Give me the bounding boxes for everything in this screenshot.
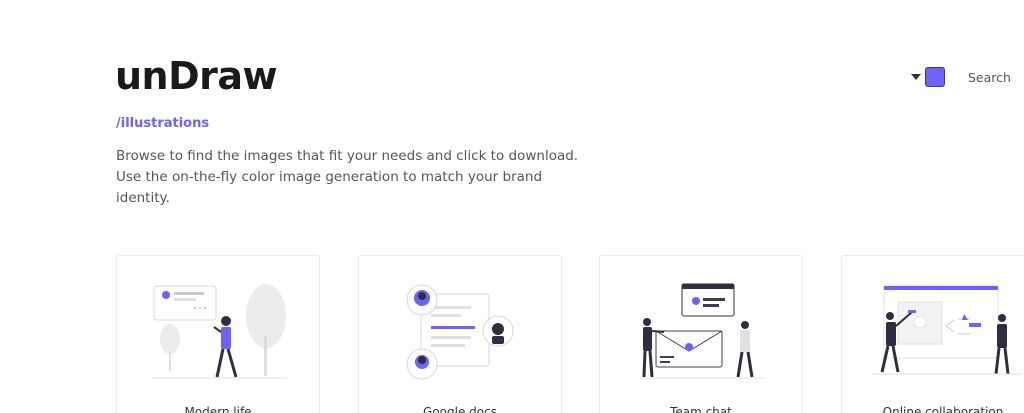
modern-life-illustration [152,284,287,379]
illustration-card[interactable]: Modern life [116,255,320,413]
card-label: Modern life [184,405,252,413]
page-subtitle: /illustrations [116,116,210,131]
color-swatch[interactable] [925,67,945,87]
page-description: Browse to find the images that fit your … [116,148,579,206]
illustration-card[interactable]: Team chat [599,255,803,413]
google-docs-illustration [406,284,514,380]
logo[interactable]: unDraw [115,54,278,98]
illustration-card[interactable]: Google docs [358,255,562,413]
online-collaboration-illustration [872,285,1022,375]
card-label: Google docs [423,405,497,413]
card-label: Online collaboration [882,405,1004,413]
caret-down-icon[interactable] [911,74,921,80]
search-button[interactable]: Search [968,70,1011,85]
color-picker[interactable] [911,67,945,87]
team-chat-illustration [640,283,765,379]
card-label: Team chat [670,405,732,413]
illustration-card[interactable]: Online collaboration [841,255,1024,413]
